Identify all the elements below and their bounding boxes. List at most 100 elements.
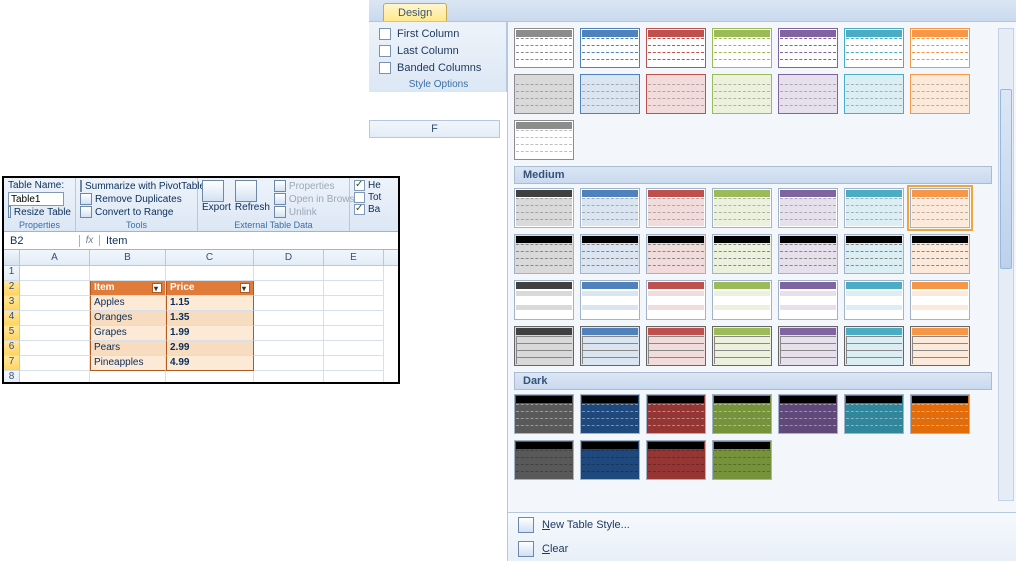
cell[interactable]: Oranges (90, 311, 166, 326)
gallery-scrollbar[interactable] (998, 28, 1014, 501)
table-style-swatch[interactable] (514, 440, 574, 480)
banded-columns-checkbox[interactable] (379, 62, 391, 74)
table-style-swatch[interactable] (844, 326, 904, 366)
summarize-pivot-button[interactable]: Summarize with PivotTable (85, 181, 205, 192)
table-style-swatch[interactable] (514, 74, 574, 114)
table-style-swatch[interactable] (580, 440, 640, 480)
row-header[interactable]: 4 (4, 311, 20, 326)
table-style-swatch[interactable] (580, 394, 640, 434)
cell[interactable] (254, 266, 324, 281)
table-style-swatch[interactable] (712, 440, 772, 480)
cell[interactable] (324, 371, 384, 384)
cell[interactable] (90, 266, 166, 281)
table-style-swatch[interactable] (778, 188, 838, 228)
table-style-swatch[interactable] (844, 280, 904, 320)
table-style-swatch[interactable] (580, 280, 640, 320)
cell[interactable] (20, 341, 90, 356)
cell[interactable] (324, 326, 384, 341)
total-row-checkbox[interactable] (354, 192, 365, 203)
row-header[interactable]: 2 (4, 281, 20, 296)
table-style-swatch[interactable] (646, 394, 706, 434)
table-style-swatch[interactable] (778, 394, 838, 434)
table-style-swatch[interactable] (778, 234, 838, 274)
cell[interactable]: Pineapples (90, 356, 166, 371)
cell[interactable] (20, 356, 90, 371)
table-style-swatch[interactable] (910, 280, 970, 320)
tab-design[interactable]: Design (383, 3, 447, 21)
first-column-checkbox[interactable] (379, 28, 391, 40)
table-style-swatch[interactable] (910, 74, 970, 114)
cell[interactable]: 1.15 (166, 296, 254, 311)
filter-dropdown-icon[interactable] (240, 283, 250, 293)
cell[interactable] (324, 281, 384, 296)
cell[interactable] (324, 356, 384, 371)
resize-table-button[interactable]: Resize Table (14, 207, 71, 218)
formula-value[interactable]: Item (100, 235, 133, 247)
cell[interactable] (20, 311, 90, 326)
table-style-swatch[interactable] (844, 74, 904, 114)
table-style-swatch[interactable] (778, 326, 838, 366)
name-box[interactable]: B2 (4, 235, 80, 247)
table-style-swatch[interactable] (514, 326, 574, 366)
cell[interactable]: Price (166, 281, 254, 296)
column-header[interactable]: A (20, 250, 90, 265)
table-style-swatch[interactable] (646, 74, 706, 114)
cell[interactable]: 1.99 (166, 326, 254, 341)
row-header[interactable]: 7 (4, 356, 20, 371)
table-style-swatch[interactable] (514, 120, 574, 160)
table-style-swatch[interactable] (646, 280, 706, 320)
row-header[interactable]: 6 (4, 341, 20, 356)
last-column-checkbox[interactable] (379, 45, 391, 57)
table-style-swatch[interactable] (844, 28, 904, 68)
cell[interactable] (254, 296, 324, 311)
remove-duplicates-button[interactable]: Remove Duplicates (95, 194, 182, 205)
table-style-swatch[interactable] (646, 28, 706, 68)
cell[interactable] (254, 326, 324, 341)
cell[interactable]: Apples (90, 296, 166, 311)
table-style-swatch[interactable] (910, 234, 970, 274)
cell[interactable]: 4.99 (166, 356, 254, 371)
cell[interactable] (254, 341, 324, 356)
table-style-swatch[interactable] (712, 188, 772, 228)
cell[interactable] (324, 341, 384, 356)
cell[interactable] (254, 356, 324, 371)
cell[interactable] (20, 266, 90, 281)
table-style-swatch[interactable] (712, 74, 772, 114)
clear-style-button[interactable]: Clear (508, 537, 1016, 561)
table-style-swatch[interactable] (910, 28, 970, 68)
table-style-swatch[interactable] (580, 28, 640, 68)
table-style-swatch[interactable] (712, 326, 772, 366)
gallery-scroll-thumb[interactable] (1000, 89, 1012, 269)
cell[interactable]: Grapes (90, 326, 166, 341)
table-name-input[interactable] (8, 192, 64, 206)
new-table-style-button[interactable]: New Table Style... (508, 513, 1016, 537)
table-style-swatch[interactable] (910, 326, 970, 366)
cell[interactable]: 2.99 (166, 341, 254, 356)
cell[interactable] (324, 311, 384, 326)
table-style-swatch[interactable] (514, 394, 574, 434)
table-style-swatch[interactable] (580, 234, 640, 274)
table-style-swatch[interactable] (514, 280, 574, 320)
table-style-swatch[interactable] (646, 326, 706, 366)
column-header[interactable]: C (166, 250, 254, 265)
row-header[interactable]: 8 (4, 371, 20, 384)
banded-rows-checkbox[interactable] (354, 204, 365, 215)
row-header[interactable]: 5 (4, 326, 20, 341)
table-style-swatch[interactable] (910, 394, 970, 434)
table-style-swatch[interactable] (778, 280, 838, 320)
table-style-swatch[interactable] (514, 188, 574, 228)
column-header-f[interactable]: F (369, 120, 500, 138)
table-style-swatch[interactable] (514, 234, 574, 274)
table-style-swatch[interactable] (778, 74, 838, 114)
table-style-swatch[interactable] (844, 234, 904, 274)
table-style-swatch[interactable] (844, 394, 904, 434)
cell[interactable] (166, 266, 254, 281)
refresh-button[interactable]: Refresh (235, 202, 270, 213)
cell[interactable] (324, 266, 384, 281)
cell[interactable] (90, 371, 166, 384)
fx-icon[interactable]: fx (80, 235, 100, 246)
cell[interactable] (254, 371, 324, 384)
table-style-swatch[interactable] (712, 28, 772, 68)
cell[interactable] (254, 311, 324, 326)
select-all-corner[interactable] (4, 250, 20, 265)
